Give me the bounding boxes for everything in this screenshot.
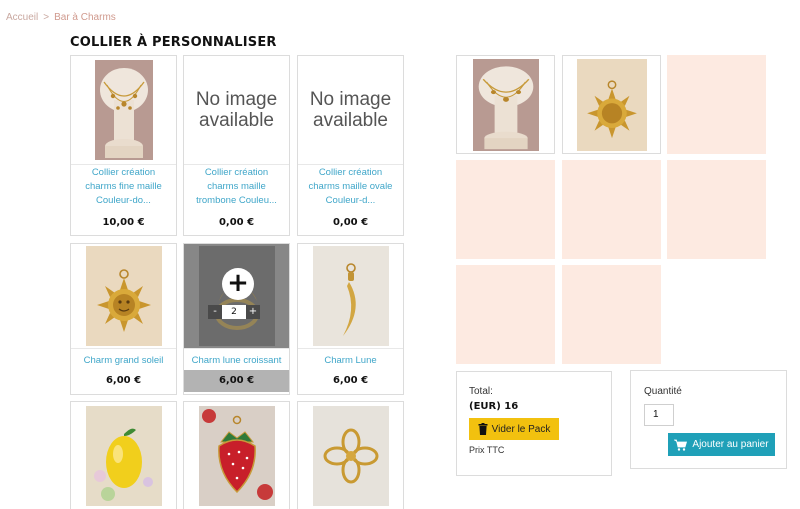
product-card[interactable] — [70, 401, 177, 509]
product-image-placeholder[interactable]: No image available — [184, 56, 289, 164]
divider — [184, 348, 289, 349]
divider — [184, 164, 289, 165]
clear-pack-button[interactable]: Vider le Pack — [469, 418, 559, 440]
pack-empty-slot — [562, 265, 661, 364]
flower-charm-photo — [312, 406, 389, 506]
product-price: 6,00 € — [105, 375, 142, 386]
product-card-hovered[interactable]: + - 2 + Charm lune croissant 6,00 € — [183, 243, 290, 395]
pack-empty-slot — [456, 265, 555, 364]
product-card[interactable] — [297, 401, 404, 509]
add-to-cart-button[interactable]: Ajouter au panier — [668, 433, 775, 456]
product-card[interactable]: No image available Collier création char… — [297, 55, 404, 236]
divider — [298, 164, 403, 165]
total-value: (EUR) 16 — [469, 401, 519, 412]
breadcrumb-current-link[interactable]: Bar à Charms — [54, 12, 116, 23]
trash-icon — [478, 423, 488, 435]
shopping-cart-icon — [674, 439, 688, 451]
add-to-cart-panel: Quantité 1 Ajouter au panier — [630, 370, 787, 469]
product-card[interactable]: Charm Lune 6,00 € — [297, 243, 404, 395]
sun-charm-photo — [85, 246, 162, 346]
sun-charm-photo — [576, 58, 647, 151]
product-image-moon-charm[interactable] — [298, 244, 403, 348]
pack-empty-slot — [456, 160, 555, 259]
pack-empty-slot — [562, 160, 661, 259]
product-name-link[interactable]: Charm grand soleil — [75, 354, 172, 368]
lemon-charm-photo — [85, 406, 162, 506]
pack-item[interactable] — [456, 55, 555, 154]
breadcrumb-separator: > — [43, 12, 50, 23]
moon-charm-photo — [312, 246, 389, 346]
pack-empty-slot — [667, 55, 766, 154]
product-card[interactable] — [183, 401, 290, 509]
product-image-necklace[interactable] — [71, 56, 176, 164]
product-image-flower-charm[interactable] — [298, 402, 403, 509]
no-image-text: No image available — [195, 89, 278, 131]
product-name-link[interactable]: Charm Lune — [302, 354, 399, 368]
add-charm-icon[interactable]: + — [222, 268, 254, 300]
necklace-bust-photo — [94, 60, 153, 160]
pack-total-panel: Total: (EUR) 16 Vider le Pack Prix TTC — [456, 371, 612, 476]
pack-empty-slot — [667, 160, 766, 259]
breadcrumb-home-link[interactable]: Accueil — [6, 12, 38, 23]
product-price: 0,00 € — [218, 217, 255, 228]
product-card[interactable]: Charm grand soleil 6,00 € — [70, 243, 177, 395]
divider — [71, 348, 176, 349]
strawberry-charm-photo — [198, 406, 275, 506]
product-image-placeholder[interactable]: No image available — [298, 56, 403, 164]
product-name-link[interactable]: Collier création charms maille trombone … — [188, 166, 285, 208]
quantity-value[interactable]: 2 — [222, 305, 246, 319]
product-card[interactable]: Collier création charms fine maille Coul… — [70, 55, 177, 236]
increment-button[interactable]: + — [246, 305, 260, 319]
product-image-crescent-charm[interactable]: + - 2 + — [184, 244, 289, 348]
product-price: 6,00 € — [218, 375, 255, 386]
product-name-link[interactable]: Charm lune croissant — [188, 354, 285, 368]
product-image-sun-charm[interactable] — [71, 244, 176, 348]
product-name-link[interactable]: Collier création charms fine maille Coul… — [75, 166, 172, 208]
quantity-stepper[interactable]: - 2 + — [208, 305, 260, 319]
product-card[interactable]: No image available Collier création char… — [183, 55, 290, 236]
tax-note: Prix TTC — [469, 445, 505, 455]
necklace-bust-photo — [472, 58, 539, 151]
product-image-lemon-charm[interactable] — [71, 402, 176, 509]
breadcrumb: Accueil > Bar à Charms — [6, 12, 116, 23]
clear-pack-label: Vider le Pack — [491, 423, 551, 435]
divider — [71, 164, 176, 165]
no-image-text: No image available — [309, 89, 392, 131]
quantity-input[interactable]: 1 — [644, 404, 674, 426]
total-label: Total: — [469, 386, 493, 397]
add-to-cart-label: Ajouter au panier — [692, 439, 769, 450]
decrement-button[interactable]: - — [208, 305, 222, 319]
divider — [298, 348, 403, 349]
page-title: COLLIER À PERSONNALISER — [70, 35, 277, 50]
quantity-label: Quantité — [644, 386, 682, 397]
product-image-strawberry-charm[interactable] — [184, 402, 289, 509]
product-name-link[interactable]: Collier création charms maille ovale Cou… — [302, 166, 399, 208]
product-price: 6,00 € — [332, 375, 369, 386]
product-price: 10,00 € — [102, 217, 145, 228]
pack-item[interactable] — [562, 55, 661, 154]
product-price: 0,00 € — [332, 217, 369, 228]
